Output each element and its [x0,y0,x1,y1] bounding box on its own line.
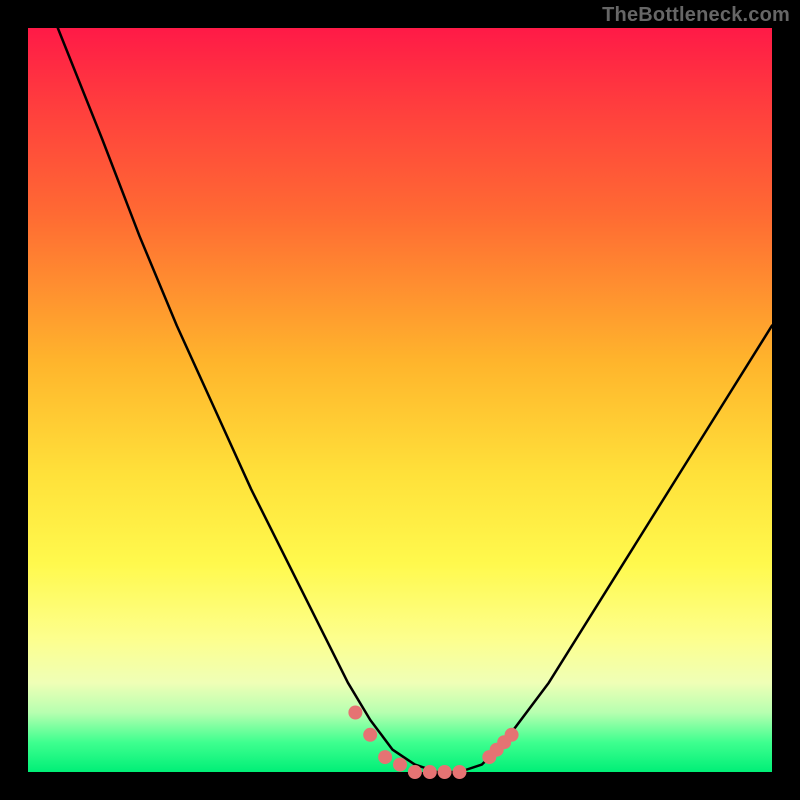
bottleneck-curve [58,28,772,772]
highlight-dot [453,765,467,779]
highlight-dot [505,728,519,742]
curve-layer [28,28,772,772]
highlight-dot [393,758,407,772]
highlight-dot [408,765,422,779]
highlight-dot [378,750,392,764]
highlight-dot [363,728,377,742]
highlight-dots [348,706,518,780]
highlight-dot [438,765,452,779]
highlight-dot [423,765,437,779]
highlight-dot [348,706,362,720]
attribution-text: TheBottleneck.com [602,4,790,27]
